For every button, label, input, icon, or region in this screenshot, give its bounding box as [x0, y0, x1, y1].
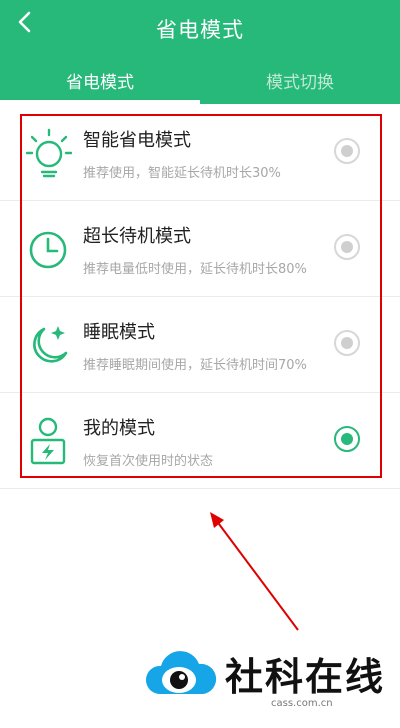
annotation-arrow [210, 512, 299, 631]
watermark-domain: cass.com.cn [271, 698, 333, 709]
cloud-eye-logo-icon [145, 651, 217, 694]
watermark-brand: 社科在线 [225, 655, 386, 699]
watermark: 社科在线 cass.com.cn [145, 640, 395, 724]
